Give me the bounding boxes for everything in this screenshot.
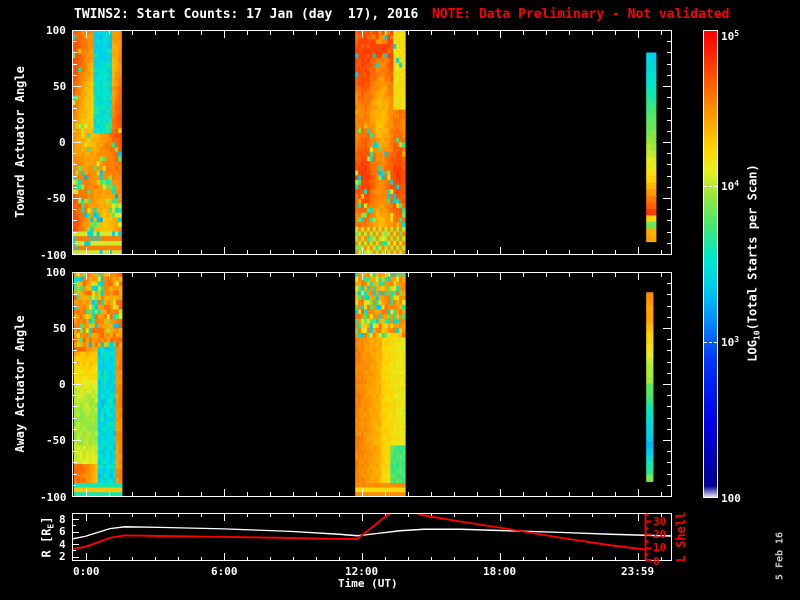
x-tick-label: 6:00 [211, 565, 238, 578]
y-tick-label-away: -50 [46, 434, 66, 447]
y-tick-label-toward: 50 [53, 80, 67, 93]
y-tick-label-away: 50 [53, 322, 67, 335]
r-tick-label: 8 [59, 513, 66, 526]
colorbar-title: LOG10(Total Starts per Scan) [745, 164, 762, 362]
l-shell-tick-label: 30 [653, 515, 667, 528]
y-tick-label-away: 0 [59, 378, 66, 391]
r-axis-title: R [RE] [39, 516, 56, 558]
date-stamp: 5 Feb 16 [774, 531, 786, 581]
preliminary-note: NOTE: Data Preliminary - Not validated [432, 7, 730, 22]
y-tick-label-away: 100 [46, 266, 66, 279]
toward-y-axis-title: Toward Actuator Angle [13, 66, 27, 218]
colorbar-tick-label: 104 [721, 179, 740, 193]
colorbar-tick-label: 105 [721, 29, 740, 43]
r-tick-label: 2 [59, 550, 66, 563]
x-tick-label: 12:00 [345, 565, 379, 578]
x-axis-title: Time (UT) [338, 577, 398, 590]
y-tick-label-toward: -100 [40, 249, 67, 262]
x-tick-label: 0:00 [73, 565, 100, 578]
l-shell-tick-label: 0 [653, 555, 660, 568]
y-tick-label-toward: 100 [46, 24, 66, 37]
r-tick-label: 6 [59, 525, 66, 538]
l-shell-axis-title: L Shell [674, 511, 688, 563]
colorbar-canvas [703, 30, 718, 498]
l-shell-tick-label: 10 [653, 541, 667, 554]
colorbar-tick-label: 103 [721, 335, 740, 349]
away-heatmap-canvas [72, 272, 672, 497]
r-tick-label: 4 [59, 538, 66, 551]
away-y-axis-title: Away Actuator Angle [13, 315, 27, 453]
colorbar-tick-label: 100 [721, 492, 741, 505]
y-tick-label-toward: -50 [46, 192, 66, 205]
y-tick-label-toward: 0 [59, 136, 66, 149]
page-title: TWINS2: Start Counts: 17 Jan (day 17), 2… [74, 7, 419, 22]
twins2-plot-window: TWINS2: Start Counts: 17 Jan (day 17), 2… [0, 0, 800, 600]
x-tick-label: 18:00 [483, 565, 517, 578]
toward-heatmap-canvas [72, 30, 672, 255]
orbit-line-plot-canvas [72, 513, 672, 561]
l-shell-tick-label: 20 [653, 528, 667, 541]
y-tick-label-away: -100 [40, 491, 67, 504]
x-tick-label: 23:59 [621, 565, 655, 578]
